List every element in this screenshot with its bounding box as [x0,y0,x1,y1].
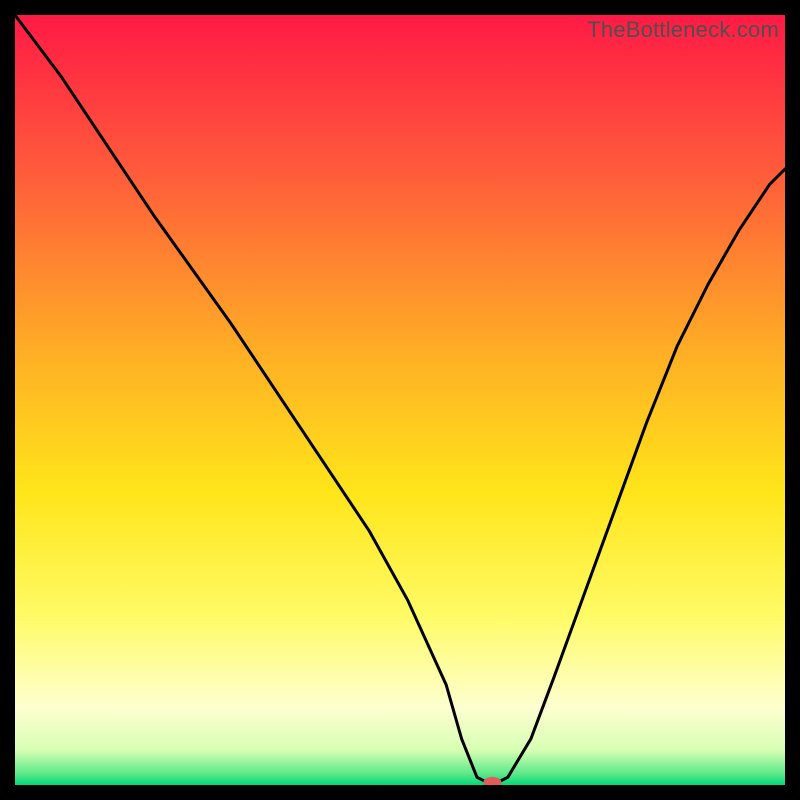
plot-background [15,15,785,785]
chart-frame: TheBottleneck.com [15,15,785,785]
watermark-label: TheBottleneck.com [587,17,779,43]
bottleneck-chart [15,15,785,785]
